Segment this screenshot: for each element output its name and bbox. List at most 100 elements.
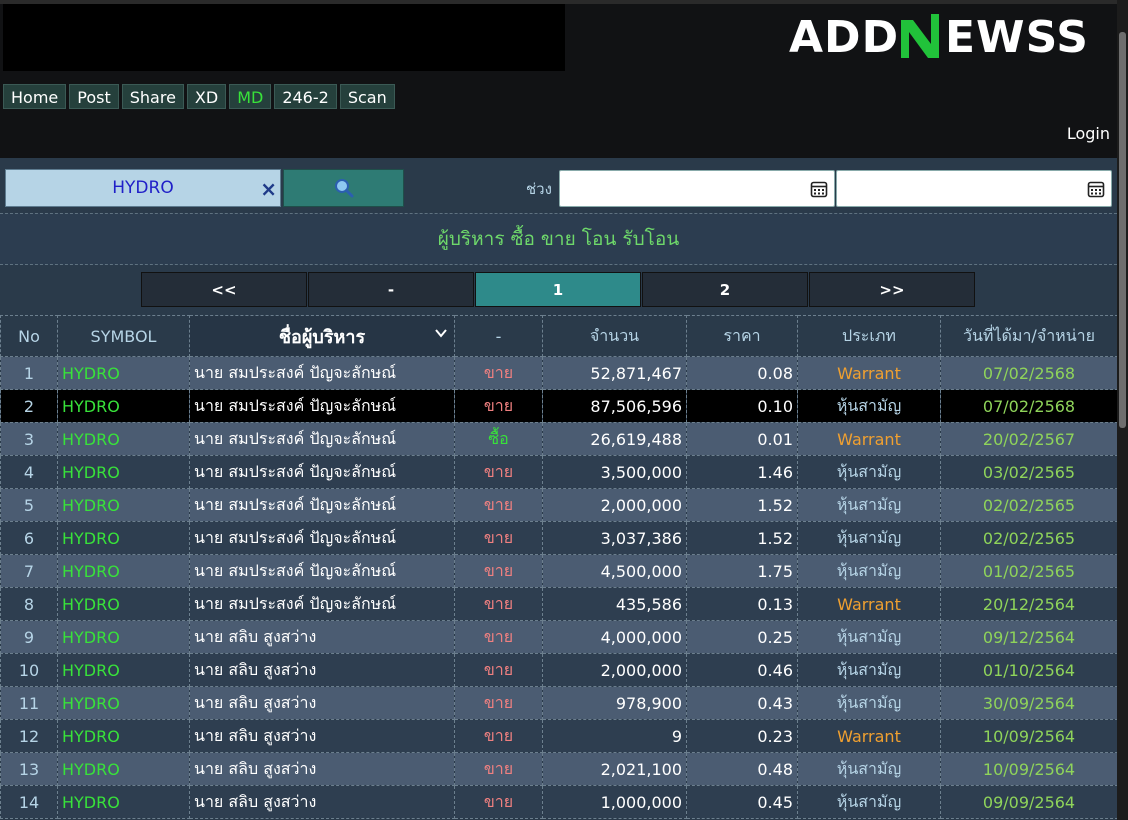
table-row[interactable]: 10 HYDRO นาย สลิบ สูงสว่าง ขาย 2,000,000 0.46… bbox=[0, 653, 1118, 687]
site-logo[interactable]: ADD EWSS bbox=[789, 8, 1111, 64]
cell-symbol[interactable]: HYDRO bbox=[57, 719, 190, 753]
cell-symbol[interactable]: HYDRO bbox=[57, 554, 190, 588]
col-header-action[interactable]: - bbox=[454, 315, 543, 357]
cell-symbol[interactable]: HYDRO bbox=[57, 686, 190, 720]
table-row[interactable]: 2 HYDRO นาย สมประสงค์ ปัญจะลักษณ์ ขาย 87,506… bbox=[0, 389, 1118, 423]
cell-type: หุ้นสามัญ bbox=[797, 389, 941, 423]
svg-text:ADD: ADD bbox=[789, 12, 899, 63]
vertical-scrollbar[interactable] bbox=[1117, 0, 1128, 820]
calendar-icon[interactable] bbox=[1087, 180, 1105, 198]
cell-symbol[interactable]: HYDRO bbox=[57, 785, 190, 819]
table-row[interactable]: 1 HYDRO นาย สมประสงค์ ปัญจะลักษณ์ ขาย 52,871… bbox=[0, 356, 1118, 390]
cell-date: 20/02/2567 bbox=[940, 422, 1118, 456]
cell-executive-name: นาย สมประสงค์ ปัญจะลักษณ์ bbox=[189, 422, 455, 456]
cell-type: หุ้นสามัญ bbox=[797, 620, 941, 654]
table-row[interactable]: 12 HYDRO นาย สลิบ สูงสว่าง ขาย 9 0.23 Warrant 1… bbox=[0, 719, 1118, 753]
search-value: HYDRO bbox=[112, 178, 174, 198]
col-header-price[interactable]: ราคา bbox=[686, 315, 798, 357]
cell-no: 6 bbox=[0, 521, 58, 555]
table-row[interactable]: 9 HYDRO นาย สลิบ สูงสว่าง ขาย 4,000,000 0.25 ห… bbox=[0, 620, 1118, 654]
cell-price: 0.25 bbox=[686, 620, 798, 654]
date-from-input[interactable] bbox=[559, 170, 835, 207]
cell-price: 0.45 bbox=[686, 785, 798, 819]
cell-amount: 1,000,000 bbox=[542, 785, 687, 819]
nav-home[interactable]: Home bbox=[3, 84, 67, 109]
cell-symbol[interactable]: HYDRO bbox=[57, 587, 190, 621]
cell-amount: 87,506,596 bbox=[542, 389, 687, 423]
cell-symbol[interactable]: HYDRO bbox=[57, 455, 190, 489]
nav-share[interactable]: Share bbox=[121, 84, 184, 109]
page-last-button[interactable]: >> bbox=[809, 272, 975, 307]
search-button[interactable] bbox=[283, 169, 404, 207]
cell-action: ขาย bbox=[454, 686, 543, 720]
nav-246-2[interactable]: 246-2 bbox=[274, 84, 337, 109]
nav-xd[interactable]: XD bbox=[186, 84, 227, 109]
cell-date: 01/02/2565 bbox=[940, 554, 1118, 588]
date-to-input[interactable] bbox=[836, 170, 1112, 207]
cell-executive-name: นาย สลิบ สูงสว่าง bbox=[189, 686, 455, 720]
cell-symbol[interactable]: HYDRO bbox=[57, 422, 190, 456]
cell-action: ขาย bbox=[454, 587, 543, 621]
cell-action: ขาย bbox=[454, 521, 543, 555]
col-header-executive-name[interactable]: ชื่อผู้บริหาร bbox=[189, 315, 455, 357]
cell-symbol[interactable]: HYDRO bbox=[57, 521, 190, 555]
cell-symbol[interactable]: HYDRO bbox=[57, 752, 190, 786]
clear-icon[interactable]: × bbox=[260, 177, 277, 201]
nav-scan[interactable]: Scan bbox=[339, 84, 395, 109]
page-prev-button[interactable]: - bbox=[308, 272, 474, 307]
cell-executive-name: นาย สลิบ สูงสว่าง bbox=[189, 719, 455, 753]
cell-no: 2 bbox=[0, 389, 58, 423]
cell-price: 0.08 bbox=[686, 356, 798, 390]
cell-date: 30/09/2564 bbox=[940, 686, 1118, 720]
col-header-type[interactable]: ประเภท bbox=[797, 315, 941, 357]
table-row[interactable]: 5 HYDRO นาย สมประสงค์ ปัญจะลักษณ์ ขาย 2,000,… bbox=[0, 488, 1118, 522]
cell-amount: 3,500,000 bbox=[542, 455, 687, 489]
cell-symbol[interactable]: HYDRO bbox=[57, 389, 190, 423]
cell-price: 0.46 bbox=[686, 653, 798, 687]
cell-type: หุ้นสามัญ bbox=[797, 521, 941, 555]
table-row[interactable]: 7 HYDRO นาย สมประสงค์ ปัญจะลักษณ์ ขาย 4,500,… bbox=[0, 554, 1118, 588]
table-row[interactable]: 6 HYDRO นาย สมประสงค์ ปัญจะลักษณ์ ขาย 3,037,… bbox=[0, 521, 1118, 555]
cell-action: ขาย bbox=[454, 488, 543, 522]
col-header-no[interactable]: No bbox=[0, 315, 58, 357]
cell-executive-name: นาย สมประสงค์ ปัญจะลักษณ์ bbox=[189, 521, 455, 555]
col-header-executive-name-label: ชื่อผู้บริหาร bbox=[278, 326, 366, 348]
table-row[interactable]: 14 HYDRO นาย สลิบ สูงสว่าง ขาย 1,000,000 0.45… bbox=[0, 785, 1118, 819]
calendar-icon[interactable] bbox=[810, 180, 828, 198]
page-1-button[interactable]: 1 bbox=[475, 272, 641, 307]
symbol-search-input[interactable]: HYDRO × bbox=[5, 169, 281, 207]
cell-type: หุ้นสามัญ bbox=[797, 752, 941, 786]
cell-type: Warrant bbox=[797, 422, 941, 456]
cell-date: 07/02/2568 bbox=[940, 389, 1118, 423]
nav-md[interactable]: MD bbox=[229, 84, 272, 109]
cell-symbol[interactable]: HYDRO bbox=[57, 653, 190, 687]
table-row[interactable]: 11 HYDRO นาย สลิบ สูงสว่าง ขาย 978,900 0.43 หุ… bbox=[0, 686, 1118, 720]
cell-price: 0.48 bbox=[686, 752, 798, 786]
login-link[interactable]: Login bbox=[1067, 124, 1110, 143]
cell-action: ขาย bbox=[454, 356, 543, 390]
cell-action: ขาย bbox=[454, 752, 543, 786]
chevron-down-icon[interactable] bbox=[434, 326, 448, 340]
col-header-amount[interactable]: จำนวน bbox=[542, 315, 687, 357]
cell-action: ขาย bbox=[454, 653, 543, 687]
cell-price: 0.43 bbox=[686, 686, 798, 720]
table-row[interactable]: 8 HYDRO นาย สมประสงค์ ปัญจะลักษณ์ ขาย 435,58… bbox=[0, 587, 1118, 621]
cell-no: 3 bbox=[0, 422, 58, 456]
table-row[interactable]: 3 HYDRO นาย สมประสงค์ ปัญจะลักษณ์ ซื้อ 26,61… bbox=[0, 422, 1118, 456]
col-header-symbol[interactable]: SYMBOL bbox=[57, 315, 190, 357]
cell-no: 12 bbox=[0, 719, 58, 753]
cell-type: Warrant bbox=[797, 356, 941, 390]
scrollbar-thumb[interactable] bbox=[1119, 32, 1126, 428]
page-2-button[interactable]: 2 bbox=[642, 272, 808, 307]
range-label: ช่วง bbox=[526, 180, 552, 198]
page-first-button[interactable]: << bbox=[141, 272, 307, 307]
nav-post[interactable]: Post bbox=[69, 84, 119, 109]
table-row[interactable]: 13 HYDRO นาย สลิบ สูงสว่าง ขาย 2,021,100 0.48… bbox=[0, 752, 1118, 786]
cell-no: 10 bbox=[0, 653, 58, 687]
cell-symbol[interactable]: HYDRO bbox=[57, 620, 190, 654]
cell-symbol[interactable]: HYDRO bbox=[57, 356, 190, 390]
table-row[interactable]: 4 HYDRO นาย สมประสงค์ ปัญจะลักษณ์ ขาย 3,500,… bbox=[0, 455, 1118, 489]
col-header-date[interactable]: วันที่ได้มา/จำหน่าย bbox=[940, 315, 1118, 357]
cell-price: 0.13 bbox=[686, 587, 798, 621]
cell-symbol[interactable]: HYDRO bbox=[57, 488, 190, 522]
